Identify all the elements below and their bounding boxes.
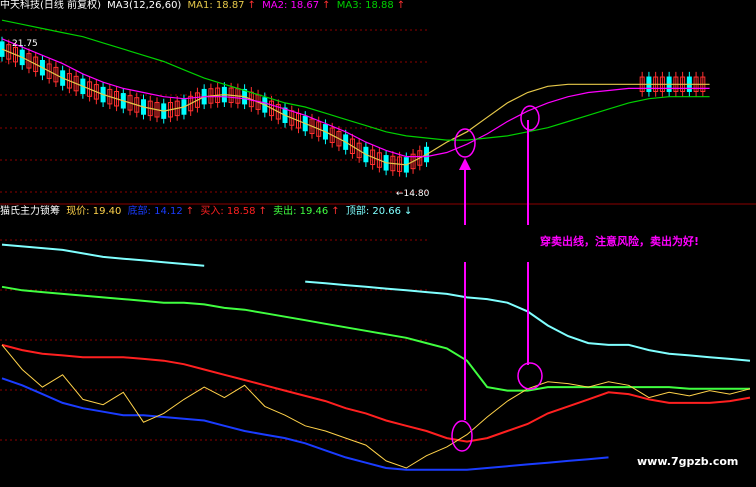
ma2-value: MA2: 18.67 [262,0,320,11]
maichu-value: 卖出: 19.46 [273,206,329,217]
ma1-arrow: ↑ [247,0,256,11]
ma-params: MA3(12,26,60) [107,0,182,11]
watermark: www.7gpzb.com [637,455,739,468]
ma3-arrow: ↑ [396,0,406,11]
dibu-value: 底部: 14.12 [127,206,183,217]
low-price-label: ←14.80 [396,189,430,199]
indicator-series-bottom [1,377,609,471]
indicator-series-buy [1,343,751,443]
price-series-ma3 [1,19,710,141]
high-price-label: 21.75 [12,39,38,49]
mairu-value: 买入: 18.58 [200,206,256,217]
dibu-arrow: ↑ [185,206,195,217]
xianjia-value: 现价: 19.40 [66,206,122,217]
stock-name: 中天科技(日线 前复权) [0,0,101,11]
dingbu-arrow: ↓ [404,206,413,217]
ma2-arrow: ↑ [322,0,331,11]
indicator-panel-header: 猫氏主力锁筹 现价: 19.40 底部: 14.12 ↑ 买入: 18.58 ↑ 卖… [0,206,415,218]
price-panel-header: 中天科技(日线 前复权) MA3(12,26,60) MA1: 18.87 ↑ M… [0,0,408,12]
dingbu-value: 顶部: 20.66 [345,206,402,217]
ma1-value: MA1: 18.87 [187,0,245,11]
indicator-series-price [1,344,751,469]
price-series-ma1 [1,48,710,166]
risk-note: 穿卖出线，注意风险，卖出为好! [540,235,700,248]
signal-arrow-1 [459,158,471,170]
ma3-value: MA3: 18.88 [336,0,394,11]
indicator-series-sell [1,285,750,392]
indicator-series-top [1,243,751,362]
stock-chart-window: 中天科技(日线 前复权) MA3(12,26,60) MA1: 18.87 ↑ M… [0,0,756,487]
signal-circle-1-bottom [451,420,473,452]
maichu-arrow: ↑ [331,206,340,217]
mairu-arrow: ↑ [258,206,267,217]
signal-circle-2-bottom [517,362,543,390]
indicator-title: 猫氏主力锁筹 [0,206,60,217]
